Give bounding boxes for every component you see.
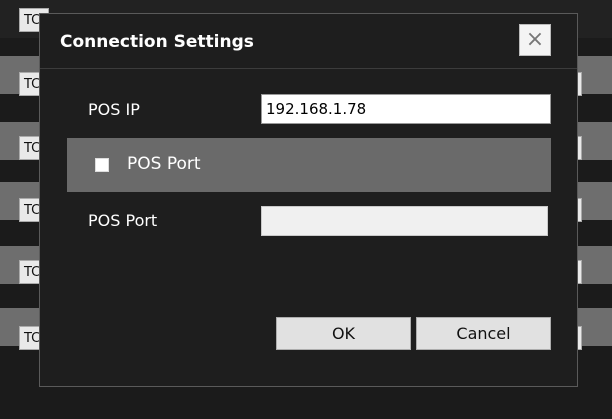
pos-port-checkbox-label: POS Port <box>127 154 201 174</box>
close-icon: × <box>525 27 545 52</box>
connection-settings-dialog: Connection Settings × POS IP POS Port PO… <box>39 13 578 387</box>
pos-port-checkbox[interactable] <box>95 158 109 172</box>
pos-port-input[interactable] <box>261 206 548 236</box>
title-divider <box>40 68 577 69</box>
pos-ip-input[interactable] <box>261 94 551 124</box>
pos-port-label: POS Port <box>88 211 158 230</box>
pos-port-checkbox-row[interactable]: POS Port <box>67 138 551 192</box>
dialog-title: Connection Settings <box>60 32 254 52</box>
close-button[interactable]: × <box>519 24 551 56</box>
pos-ip-label: POS IP <box>88 100 140 119</box>
cancel-button[interactable]: Cancel <box>416 317 551 350</box>
ok-button[interactable]: OK <box>276 317 411 350</box>
